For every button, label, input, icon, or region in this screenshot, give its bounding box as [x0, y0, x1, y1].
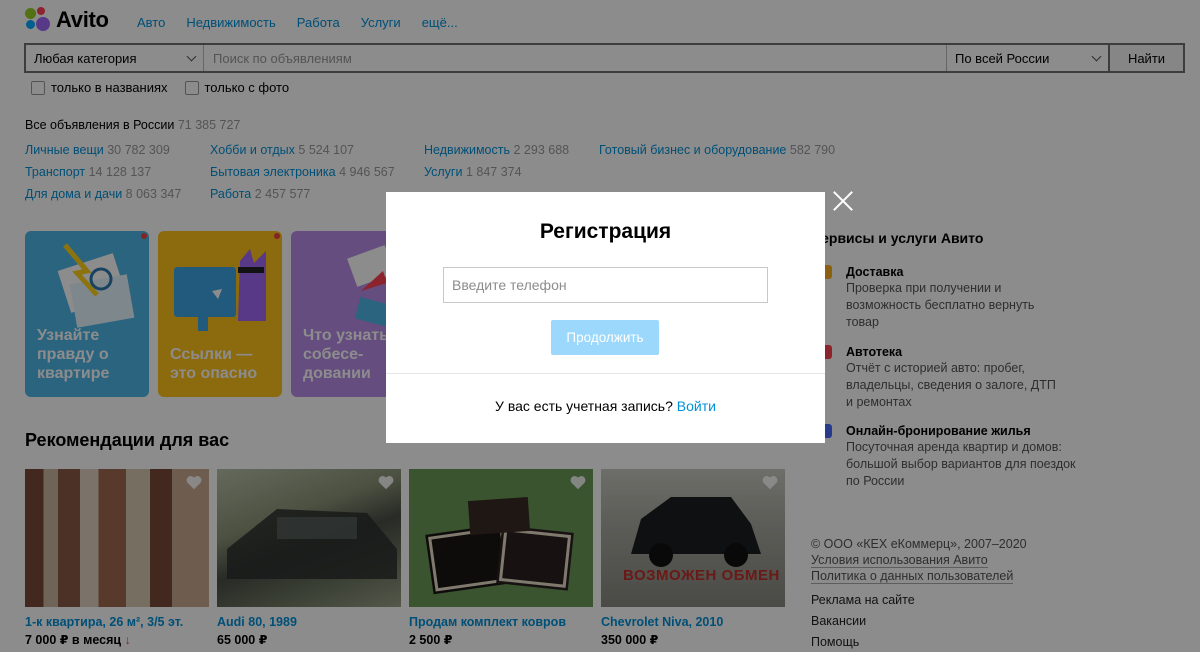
- registration-modal: Регистрация Продолжить У вас есть учетна…: [386, 192, 825, 443]
- have-account-text: У вас есть учетная запись?: [495, 398, 673, 414]
- login-link[interactable]: Войти: [677, 398, 716, 414]
- modal-title: Регистрация: [539, 220, 672, 243]
- login-prompt: У вас есть учетная запись? Войти: [386, 398, 825, 414]
- page: Avito Авто Недвижимость Работа Услуги ещ…: [0, 0, 1200, 652]
- phone-input[interactable]: [443, 267, 768, 303]
- continue-button[interactable]: Продолжить: [551, 320, 659, 355]
- divider: [386, 373, 825, 374]
- close-icon[interactable]: [832, 190, 854, 212]
